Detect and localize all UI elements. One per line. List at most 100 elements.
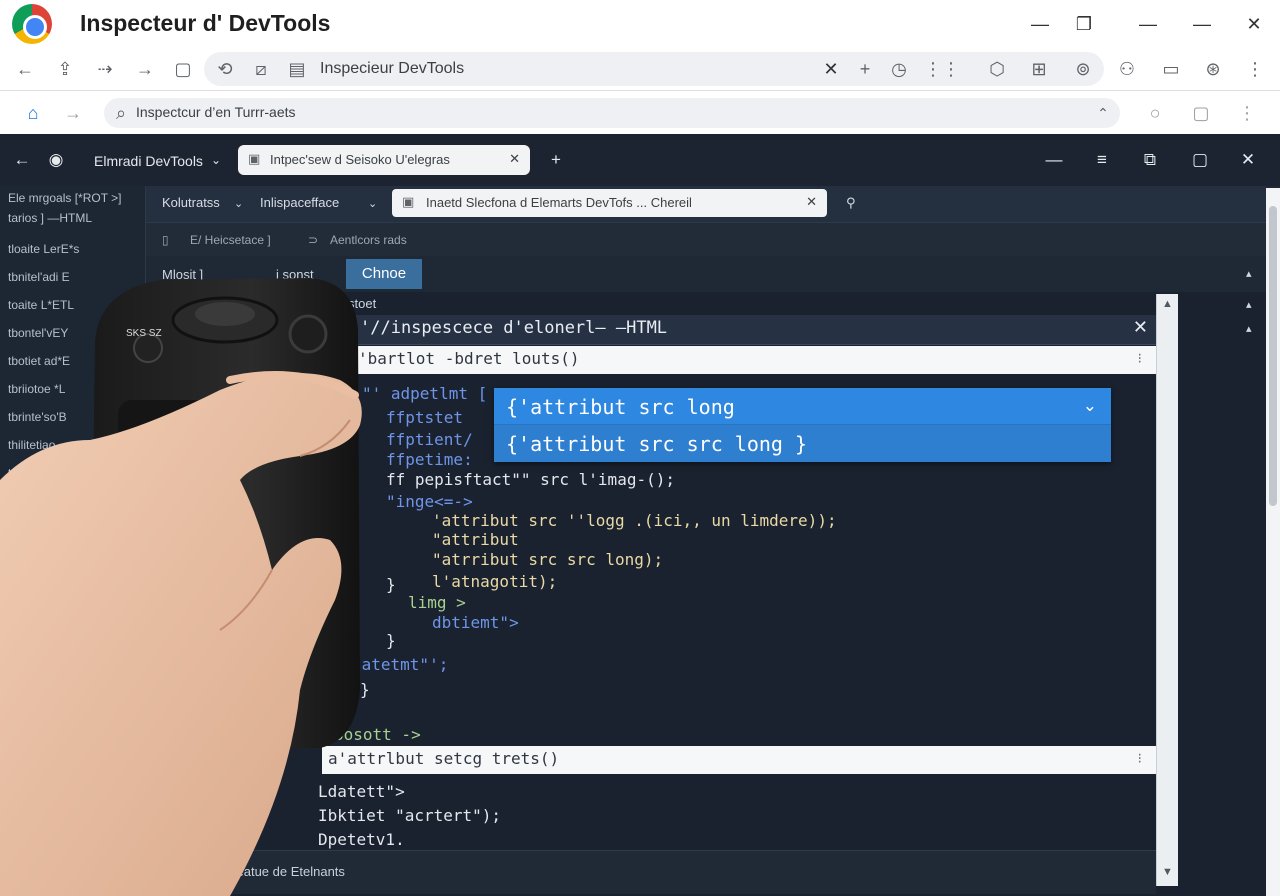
menu2-chevron-icon[interactable]: ⌄ — [368, 197, 377, 210]
home-icon[interactable]: ⌂ — [20, 100, 46, 126]
address-field[interactable]: ⌕ Inspectcur d’en Turrr-aets ⌃ — [104, 98, 1120, 128]
cast-icon[interactable]: ▭ — [1158, 56, 1184, 82]
url-text: Inspecieur DevTools — [320, 60, 465, 77]
circle-icon[interactable]: ○ — [1142, 100, 1168, 126]
devtools-record-icon[interactable]: ◉ — [44, 148, 68, 172]
page-scrollbar-thumb[interactable] — [1269, 206, 1277, 506]
chevron-down-icon[interactable]: ⌄ — [1083, 396, 1097, 416]
autocomplete-dropdown[interactable]: {'attribut src long ⌄ {'attribut src src… — [494, 388, 1111, 462]
reload-icon[interactable]: ⟲ — [212, 56, 238, 82]
editor-up-2-icon[interactable]: ▴ — [1246, 322, 1252, 335]
code-line: } — [386, 631, 396, 650]
close-tab-icon[interactable]: ✕ — [509, 151, 520, 167]
back-arrow-icon[interactable]: ← — [12, 56, 38, 82]
lock-icon[interactable]: ⊚ — [1070, 56, 1096, 82]
breadcrumb: ▯ E/ Heicsetace ] ⊃ Aentlcors rads — [146, 222, 1266, 256]
dock-icon[interactable]: ⧉ — [1138, 148, 1162, 172]
sidebar-item[interactable]: tloaite LerE*s — [8, 242, 79, 256]
pin-icon[interactable]: ⚲ — [846, 195, 856, 211]
row-more-icon[interactable]: ⁝ — [1138, 350, 1142, 367]
editor-scrollbar[interactable]: ▲ ▼ — [1156, 294, 1178, 886]
editor-up-icon[interactable]: ▴ — [1246, 298, 1252, 311]
chevron-up-icon[interactable]: ⌃ — [1090, 100, 1116, 126]
restore-icon[interactable]: ❐ — [1070, 10, 1098, 38]
autocomplete-item-label: {'attribut src long — [506, 395, 735, 419]
devtools-menu-icon[interactable]: ≡ — [1090, 148, 1114, 172]
clear-icon[interactable]: ✕ — [818, 56, 844, 82]
frame-icon[interactable]: ⧄ — [248, 56, 274, 82]
omnibox[interactable]: ⟲ ⧄ ▤ Inspecieur DevTools ✕ + ◷ ⋮⋮ ⬡ ⊞ ⊚ — [204, 52, 1104, 86]
shield-icon[interactable]: ⬡ — [984, 56, 1010, 82]
address-text: Inspectcur d’en Turrr-aets — [136, 104, 296, 120]
panel-dropdown-icon[interactable]: ⌄ — [204, 148, 228, 172]
mode-dial-top — [195, 302, 255, 326]
hand-holding-camera-image: SKS SZ — [0, 278, 362, 896]
devtools-subbar: Kolutratss ⌄ Inlispacefface ⌄ ▣ Inaetd S… — [146, 186, 1266, 222]
code-line: limg > — [408, 593, 466, 612]
hand — [0, 372, 362, 896]
page-scrollbar[interactable] — [1266, 188, 1280, 896]
code-line: ffptient/ — [386, 430, 473, 449]
square-icon[interactable]: ▢ — [1188, 100, 1214, 126]
autocomplete-item[interactable]: {'attribut src long ⌄ — [494, 388, 1111, 425]
title-bar: Inspecteur d' DevTools — ❐ — — ✕ — [0, 0, 1280, 48]
forward-dim-icon[interactable]: ⇢ — [92, 56, 118, 82]
devtools-back-icon[interactable]: ← — [10, 148, 34, 172]
extensions-icon[interactable]: ⊞ — [1026, 56, 1052, 82]
code-footer-row[interactable]: a'attrlbut setcg trets() ⁝ — [322, 746, 1156, 774]
devtools-minimize-icon[interactable]: — — [1042, 148, 1066, 172]
menu1-chevron-icon[interactable]: ⌄ — [234, 197, 243, 210]
search-icon: ⌕ — [115, 103, 127, 123]
shutter-button — [288, 314, 328, 354]
profile-icon[interactable]: ⚇ — [1114, 56, 1140, 82]
navigation-bar: ← ⇪ ⇢ → ▢ ⟲ ⧄ ▤ Inspecieur DevTools ✕ + … — [0, 48, 1280, 90]
close-subtab-icon[interactable]: ✕ — [806, 194, 817, 210]
minimize-alt-icon[interactable]: — — [1134, 10, 1162, 38]
footer-more-icon[interactable]: ⁝ — [1138, 750, 1142, 767]
code-line: "attribut — [432, 530, 519, 549]
chrome-logo-icon — [12, 4, 52, 44]
minimize-2-icon[interactable]: — — [1188, 10, 1216, 38]
devtools-close-icon[interactable]: ✕ — [1236, 148, 1260, 172]
code-header-row[interactable]: 'bartlot ‑bdret louts() ⁝ — [352, 346, 1156, 374]
elements-subtab[interactable]: ▣ Inaetd Slecfona d Elemarts DevTofs ...… — [392, 189, 827, 217]
sidebar-item[interactable]: Ele mrgoals [*ROT >] — [8, 191, 121, 205]
breadcrumb-link-icon: ⊃ — [308, 233, 319, 247]
code-line: "atrribut src src long); — [432, 550, 664, 569]
devtools-panel-name[interactable]: Elmradi DevTools — [94, 153, 203, 169]
clock-icon[interactable]: ◷ — [886, 56, 912, 82]
sidebar-item[interactable]: tarios ] —HTML — [8, 211, 92, 225]
close-window-icon[interactable]: ✕ — [1240, 10, 1268, 38]
page-icon[interactable]: ▤ — [284, 56, 310, 82]
menu-interface[interactable]: Inlispacefface — [260, 195, 339, 210]
breadcrumb-path[interactable]: E/ Heicsetace ] — [190, 233, 271, 247]
forward-disabled-icon[interactable]: → — [60, 100, 86, 126]
devtools-active-tab[interactable]: ▣ Intpec'sew d Seisoko U'elegras ✕ — [238, 145, 530, 175]
scroll-down-icon[interactable]: ▼ — [1162, 866, 1173, 878]
tab-icon[interactable]: ▢ — [170, 56, 196, 82]
settings-icon[interactable]: ⊛ — [1200, 56, 1226, 82]
code-line: "' adpetlmt [ — [362, 384, 488, 403]
active-tab-label: Intpec'sew d Seisoko U'elegras — [270, 152, 450, 167]
code-line: 'attribut src ''logg .(ici,, un limdere)… — [432, 511, 837, 530]
more-menu-icon[interactable]: ⋮ — [1242, 56, 1268, 82]
autocomplete-item[interactable]: {'attribut src src long } — [494, 425, 1111, 462]
breadcrumb-item[interactable]: Aentlcors rads — [330, 233, 407, 247]
close-panel-icon[interactable]: ✕ — [1133, 317, 1148, 338]
collapse-up-icon[interactable]: ▴ — [1246, 267, 1252, 280]
scroll-up-icon[interactable]: ▲ — [1162, 298, 1173, 310]
share-icon[interactable]: ⇪ — [52, 56, 78, 82]
minimize-icon[interactable]: — — [1026, 10, 1054, 38]
grid-icon[interactable]: ⋮⋮ — [924, 56, 960, 82]
autocomplete-item-label: {'attribut src src long } — [506, 432, 808, 456]
code-line: ff pepisftact"" src l'imag-(); — [386, 470, 675, 489]
menu-elements[interactable]: Kolutratss — [162, 195, 220, 210]
menu-dots-icon[interactable]: ⋮ — [1234, 100, 1260, 126]
address-bar: ⌂ → ⌕ Inspectcur d’en Turrr-aets ⌃ ○ ▢ ⋮ — [0, 90, 1280, 134]
add-icon[interactable]: + — [852, 56, 878, 82]
forward-arrow-icon[interactable]: → — [132, 56, 158, 82]
devtools-maximize-icon[interactable]: ▢ — [1188, 148, 1212, 172]
devtools-tab-bar: ← ◉ Elmradi DevTools ⌄ ▣ Intpec'sew d Se… — [0, 134, 1280, 186]
subtab-label: Inaetd Slecfona d Elemarts DevTofs ... C… — [426, 195, 692, 210]
new-tab-icon[interactable]: + — [544, 148, 568, 172]
